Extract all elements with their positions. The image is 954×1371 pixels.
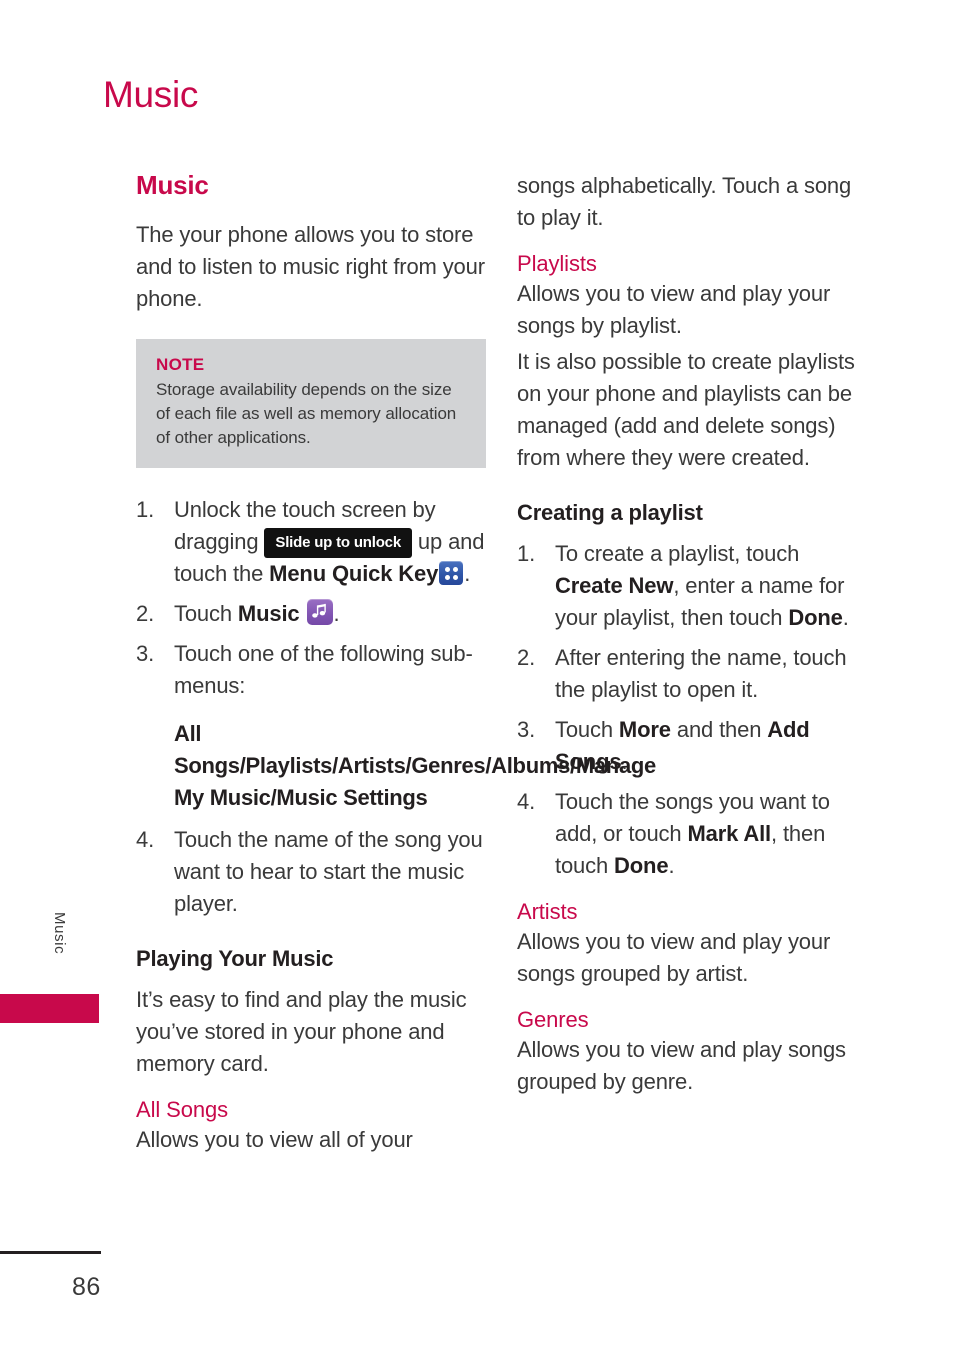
step-text: . bbox=[621, 749, 628, 774]
more-label: More bbox=[618, 717, 671, 742]
note-title: NOTE bbox=[156, 355, 205, 374]
creating-playlist-steps-list: 1. To create a playlist, touch Create New… bbox=[517, 538, 867, 882]
create-new-label: Create New bbox=[555, 573, 674, 598]
menu-quick-key-icon bbox=[439, 561, 464, 585]
left-column: Music The your phone allows you to store… bbox=[136, 170, 656, 1160]
list-item: 3. Touch one of the following sub-menus: … bbox=[136, 638, 656, 814]
list-item: 1. Unlock the touch screen by dragging Sl… bbox=[136, 494, 486, 590]
artists-body: Allows you to view and play your songs g… bbox=[517, 929, 831, 986]
list-item: 4. Touch the songs you want to add, or to… bbox=[517, 786, 867, 882]
right-column: songs alphabetically. Touch a song to pl… bbox=[517, 170, 867, 1102]
page-number: 86 bbox=[72, 1273, 101, 1301]
music-label: Music bbox=[237, 601, 300, 626]
section-heading-music: Music bbox=[136, 170, 209, 200]
done-label: Done bbox=[614, 853, 669, 878]
step-text: and then bbox=[670, 717, 768, 742]
submenu-list: All Songs/Playlists/Artists/Genres/Album… bbox=[174, 721, 656, 810]
playlists-body-1: Allows you to view and play your songs b… bbox=[517, 281, 831, 338]
running-head: Music bbox=[103, 74, 199, 115]
heading-playlists: Playlists bbox=[517, 251, 597, 276]
step-number: 2. bbox=[517, 645, 536, 670]
list-item: 2. Touch Music . bbox=[136, 598, 486, 630]
list-item: 2. After entering the name, touch the pla… bbox=[517, 642, 867, 706]
step-text: Touch bbox=[555, 717, 619, 742]
step-text: . bbox=[668, 853, 675, 878]
music-steps-list: 1. Unlock the touch screen by dragging Sl… bbox=[136, 494, 656, 920]
step-text: After entering the name, touch the playl… bbox=[555, 645, 847, 702]
heading-artists: Artists bbox=[517, 899, 578, 924]
done-label: Done bbox=[788, 605, 843, 630]
playing-your-music-body: It’s easy to find and play the music you… bbox=[136, 987, 467, 1076]
step-number: 1. bbox=[517, 541, 536, 566]
step-number: 3. bbox=[517, 717, 536, 742]
heading-creating-a-playlist: Creating a playlist bbox=[517, 500, 703, 525]
side-tab-marker bbox=[0, 994, 99, 1023]
note-text: Storage availability depends on the size… bbox=[156, 380, 457, 447]
step-text: . bbox=[842, 605, 849, 630]
step-number: 4. bbox=[517, 789, 536, 814]
step-text: Touch one of the following sub-menus: bbox=[174, 641, 473, 698]
list-item: 1. To create a playlist, touch Create New… bbox=[517, 538, 867, 634]
playlists-body-2: It is also possible to create playlists … bbox=[517, 349, 855, 470]
step-text: . bbox=[333, 601, 340, 626]
slide-up-to-unlock-badge[interactable]: Slide up to unlock bbox=[264, 528, 412, 558]
list-item: 4. Touch the name of the song you want to… bbox=[136, 824, 486, 920]
genres-body: Allows you to view and play songs groupe… bbox=[517, 1037, 846, 1094]
footer-rule bbox=[0, 1251, 101, 1254]
list-item: 3. Touch More and then Add Songs. bbox=[517, 714, 867, 778]
step-text: To create a playlist, touch bbox=[555, 541, 800, 566]
all-songs-body-continued: songs alphabetically. Touch a song to pl… bbox=[517, 173, 852, 230]
step-number: 1. bbox=[136, 497, 155, 522]
manual-page: Music Music Music The your phone allows … bbox=[0, 0, 954, 1371]
all-songs-body: Allows you to view all of your bbox=[136, 1127, 413, 1152]
note-box: NOTE Storage availability depends on the… bbox=[136, 339, 486, 468]
intro-paragraph: The your phone allows you to store and t… bbox=[136, 222, 485, 311]
heading-genres: Genres bbox=[517, 1007, 589, 1032]
heading-all-songs: All Songs bbox=[136, 1097, 229, 1122]
step-text: Touch bbox=[174, 601, 238, 626]
step-number: 4. bbox=[136, 827, 155, 852]
step-number: 2. bbox=[136, 601, 155, 626]
menu-quick-key-label: Menu Quick Key bbox=[269, 561, 439, 586]
heading-playing-your-music: Playing Your Music bbox=[136, 946, 334, 971]
mark-all-label: Mark All bbox=[687, 821, 772, 846]
side-tab-label: Music bbox=[51, 912, 68, 955]
music-app-icon bbox=[306, 599, 333, 625]
step-text: . bbox=[464, 561, 471, 586]
step-text: Touch the name of the song you want to h… bbox=[174, 827, 483, 916]
step-number: 3. bbox=[136, 641, 155, 666]
